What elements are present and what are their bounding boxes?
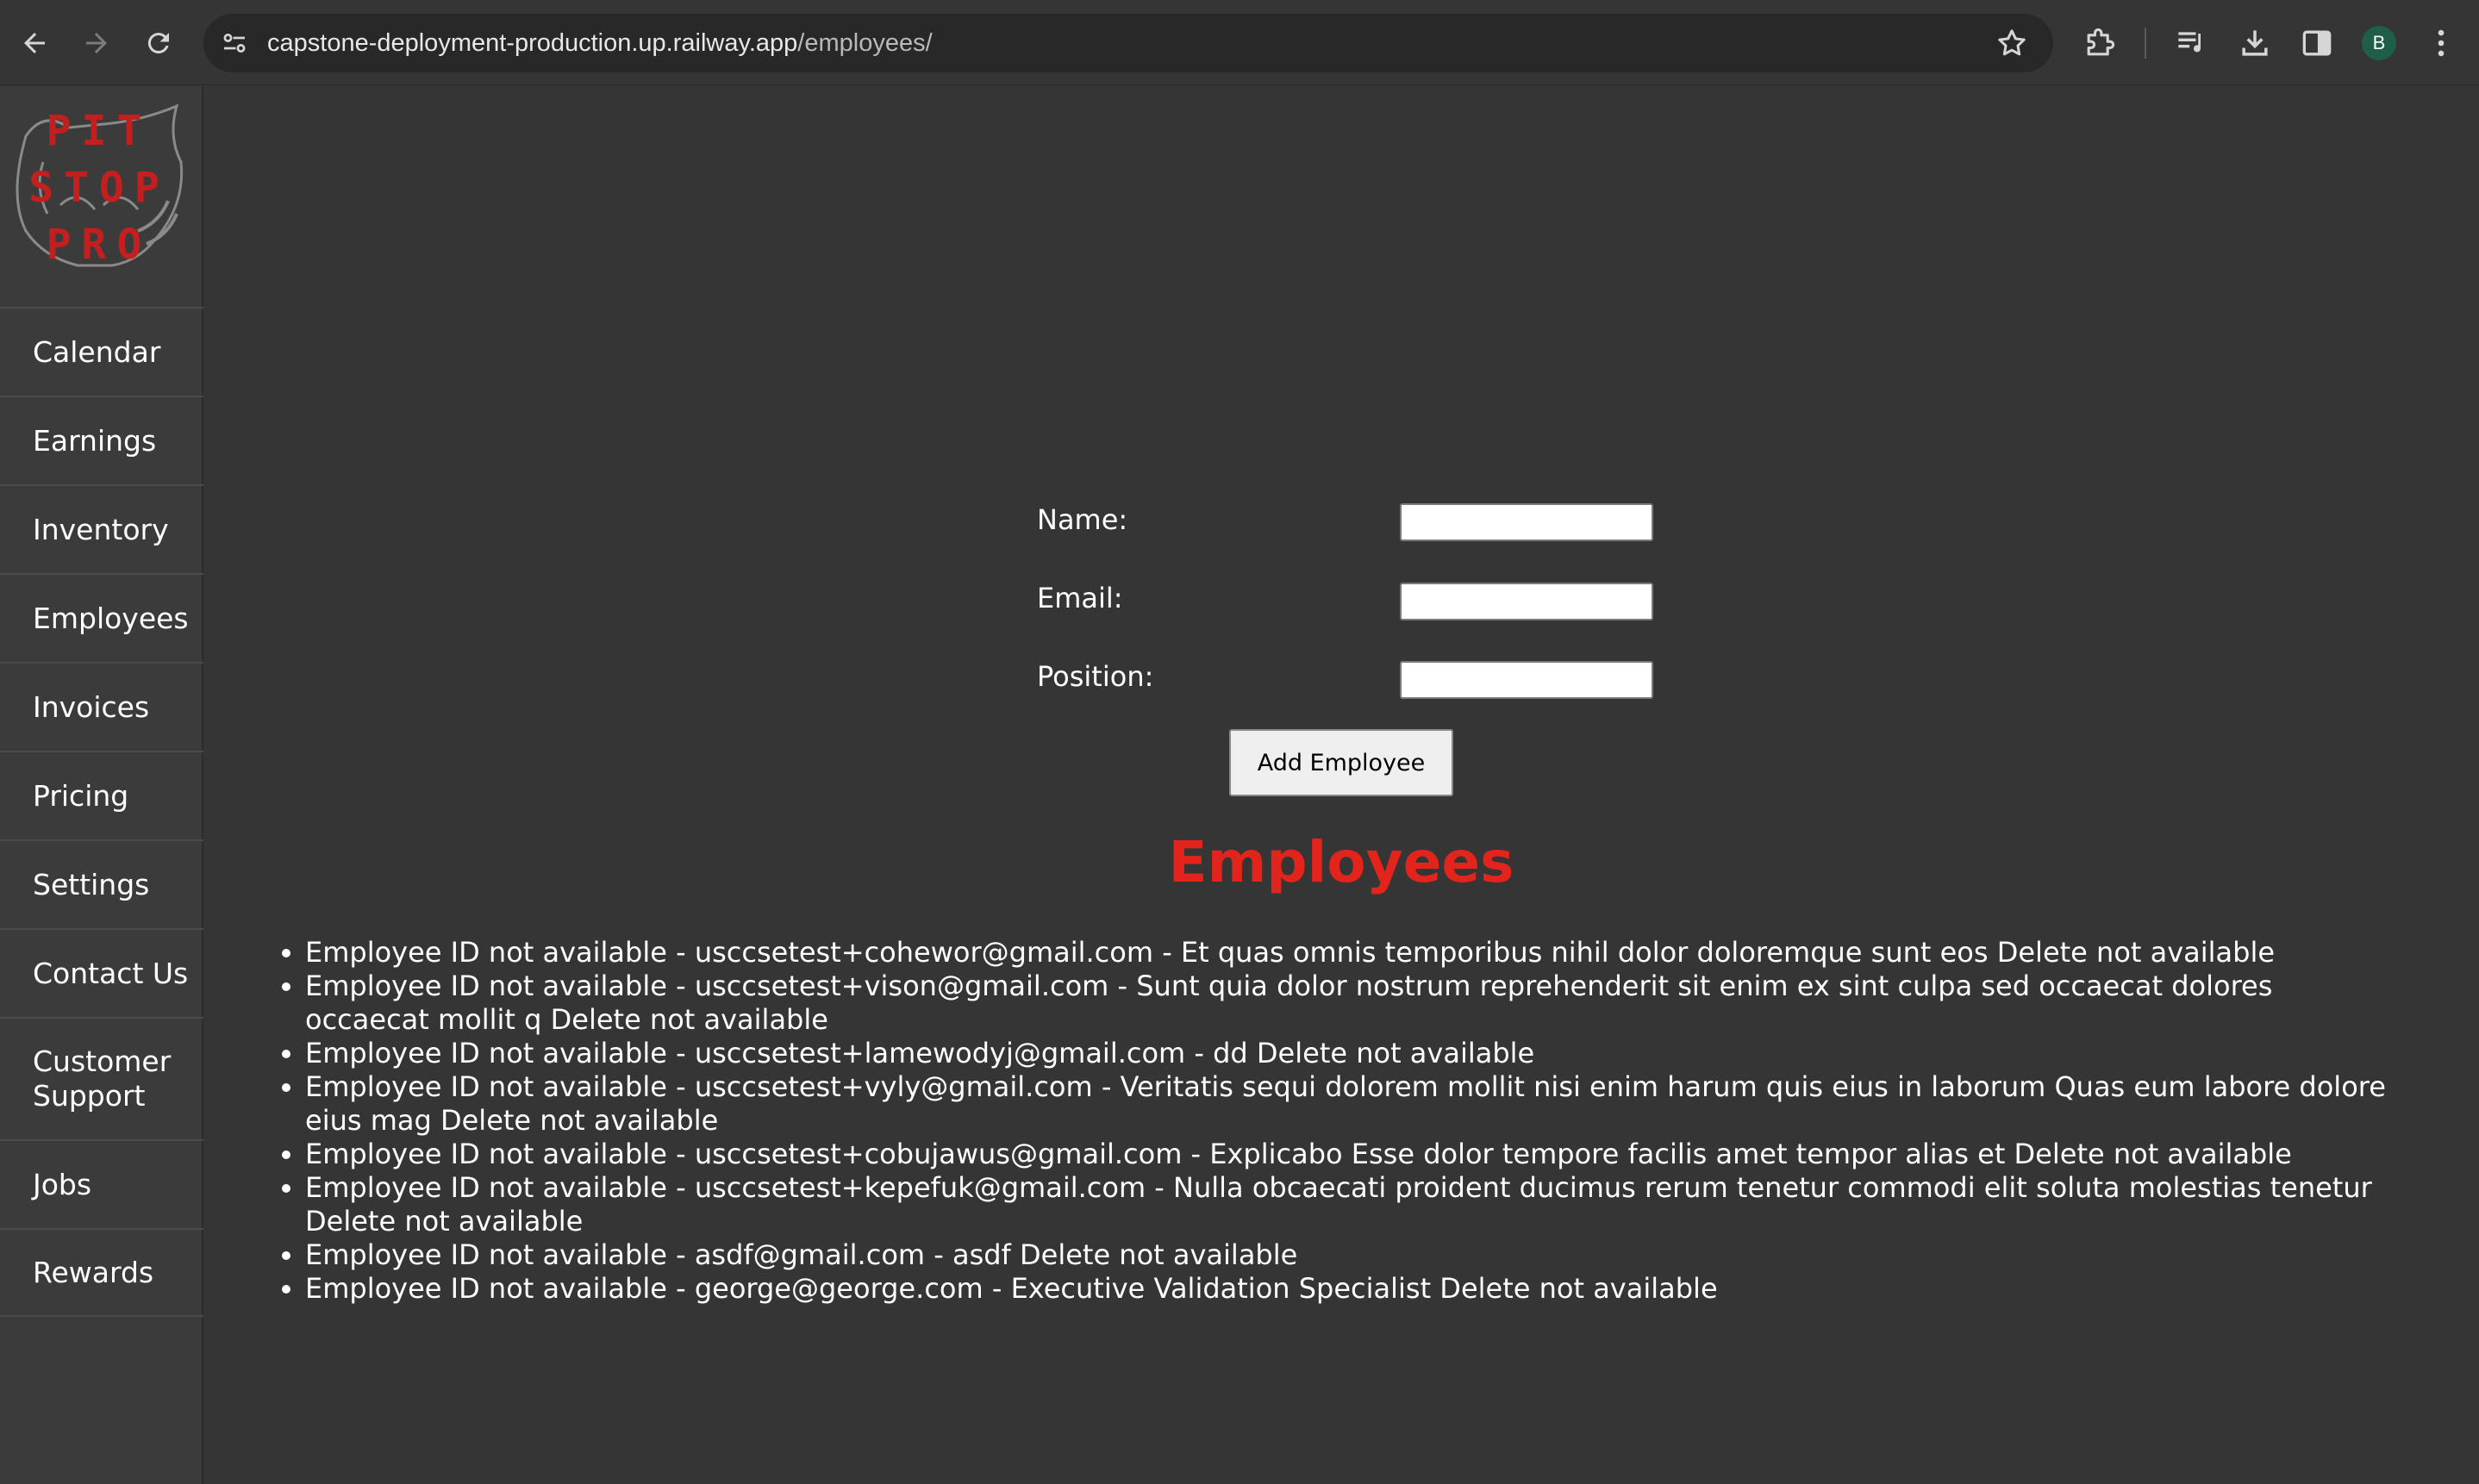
- email-input[interactable]: [1400, 583, 1653, 620]
- sidebar-item-rewards[interactable]: Rewards: [0, 1228, 203, 1317]
- sidebar-nav: Calendar Earnings Inventory Employees In…: [0, 307, 203, 1317]
- sidebar-item-customer-support[interactable]: Customer Support: [0, 1017, 203, 1139]
- email-label: Email:: [1037, 582, 1123, 614]
- url-path: /employees/: [797, 29, 933, 57]
- sidebar-item-inventory[interactable]: Inventory: [0, 484, 203, 573]
- sidebar-item-calendar[interactable]: Calendar: [0, 307, 203, 396]
- download-icon[interactable]: [2236, 24, 2274, 62]
- position-label: Position:: [1037, 660, 1154, 693]
- reload-icon[interactable]: [134, 19, 183, 67]
- sidebar-item-jobs[interactable]: Jobs: [0, 1139, 203, 1228]
- kebab-menu-icon[interactable]: [2422, 24, 2460, 62]
- list-item: Employee ID not available - usccsetest+k…: [305, 1171, 2391, 1238]
- media-queue-icon[interactable]: [2172, 24, 2210, 62]
- extensions-puzzle-icon[interactable]: [2081, 24, 2119, 62]
- profile-avatar[interactable]: B: [2362, 26, 2396, 60]
- list-item: Employee ID not available - usccsetest+v…: [305, 970, 2391, 1037]
- list-item: Employee ID not available - usccsetest+c…: [305, 1138, 2391, 1171]
- sidebar: PIT STOP PRO Calendar Earnings Inventory…: [0, 86, 203, 1484]
- list-item: Employee ID not available - usccsetest+l…: [305, 1037, 2391, 1070]
- name-input[interactable]: [1400, 503, 1653, 541]
- name-label: Name:: [1037, 503, 1128, 536]
- site-settings-icon[interactable]: [219, 28, 250, 59]
- sidebar-item-invoices[interactable]: Invoices: [0, 662, 203, 751]
- toolbar-divider: [2145, 28, 2146, 59]
- list-item: Employee ID not available - usccsetest+c…: [305, 936, 2391, 970]
- employee-list: Employee ID not available - usccsetest+c…: [305, 936, 2391, 1306]
- browser-toolbar: capstone-deployment-production.up.railwa…: [0, 0, 2479, 85]
- pit-stop-pro-logo[interactable]: PIT STOP PRO: [9, 102, 190, 274]
- logo-line-1: PIT: [46, 107, 153, 155]
- logo-line-2: STOP: [28, 164, 170, 212]
- forward-arrow-icon[interactable]: [72, 19, 121, 67]
- list-item: Employee ID not available - asdf@gmail.c…: [305, 1238, 2391, 1272]
- url-text: capstone-deployment-production.up.railwa…: [267, 14, 933, 72]
- url-host: capstone-deployment-production.up.railwa…: [267, 29, 798, 57]
- bookmark-star-icon[interactable]: [1995, 26, 2029, 60]
- employees-heading: Employees: [1168, 829, 1514, 895]
- sidebar-item-settings[interactable]: Settings: [0, 839, 203, 928]
- logo-line-3: PRO: [46, 221, 153, 269]
- list-item: Employee ID not available - usccsetest+v…: [305, 1070, 2391, 1138]
- sidebar-item-contact-us[interactable]: Contact Us: [0, 928, 203, 1017]
- add-employee-button[interactable]: Add Employee: [1229, 729, 1453, 796]
- back-arrow-icon[interactable]: [10, 19, 59, 67]
- sidebar-item-pricing[interactable]: Pricing: [0, 751, 203, 839]
- sidebar-item-earnings[interactable]: Earnings: [0, 396, 203, 484]
- side-panel-icon[interactable]: [2298, 24, 2336, 62]
- address-bar[interactable]: capstone-deployment-production.up.railwa…: [203, 14, 2053, 72]
- list-item: Employee ID not available - george@georg…: [305, 1272, 2391, 1306]
- position-input[interactable]: [1400, 661, 1653, 699]
- sidebar-item-employees[interactable]: Employees: [0, 573, 203, 662]
